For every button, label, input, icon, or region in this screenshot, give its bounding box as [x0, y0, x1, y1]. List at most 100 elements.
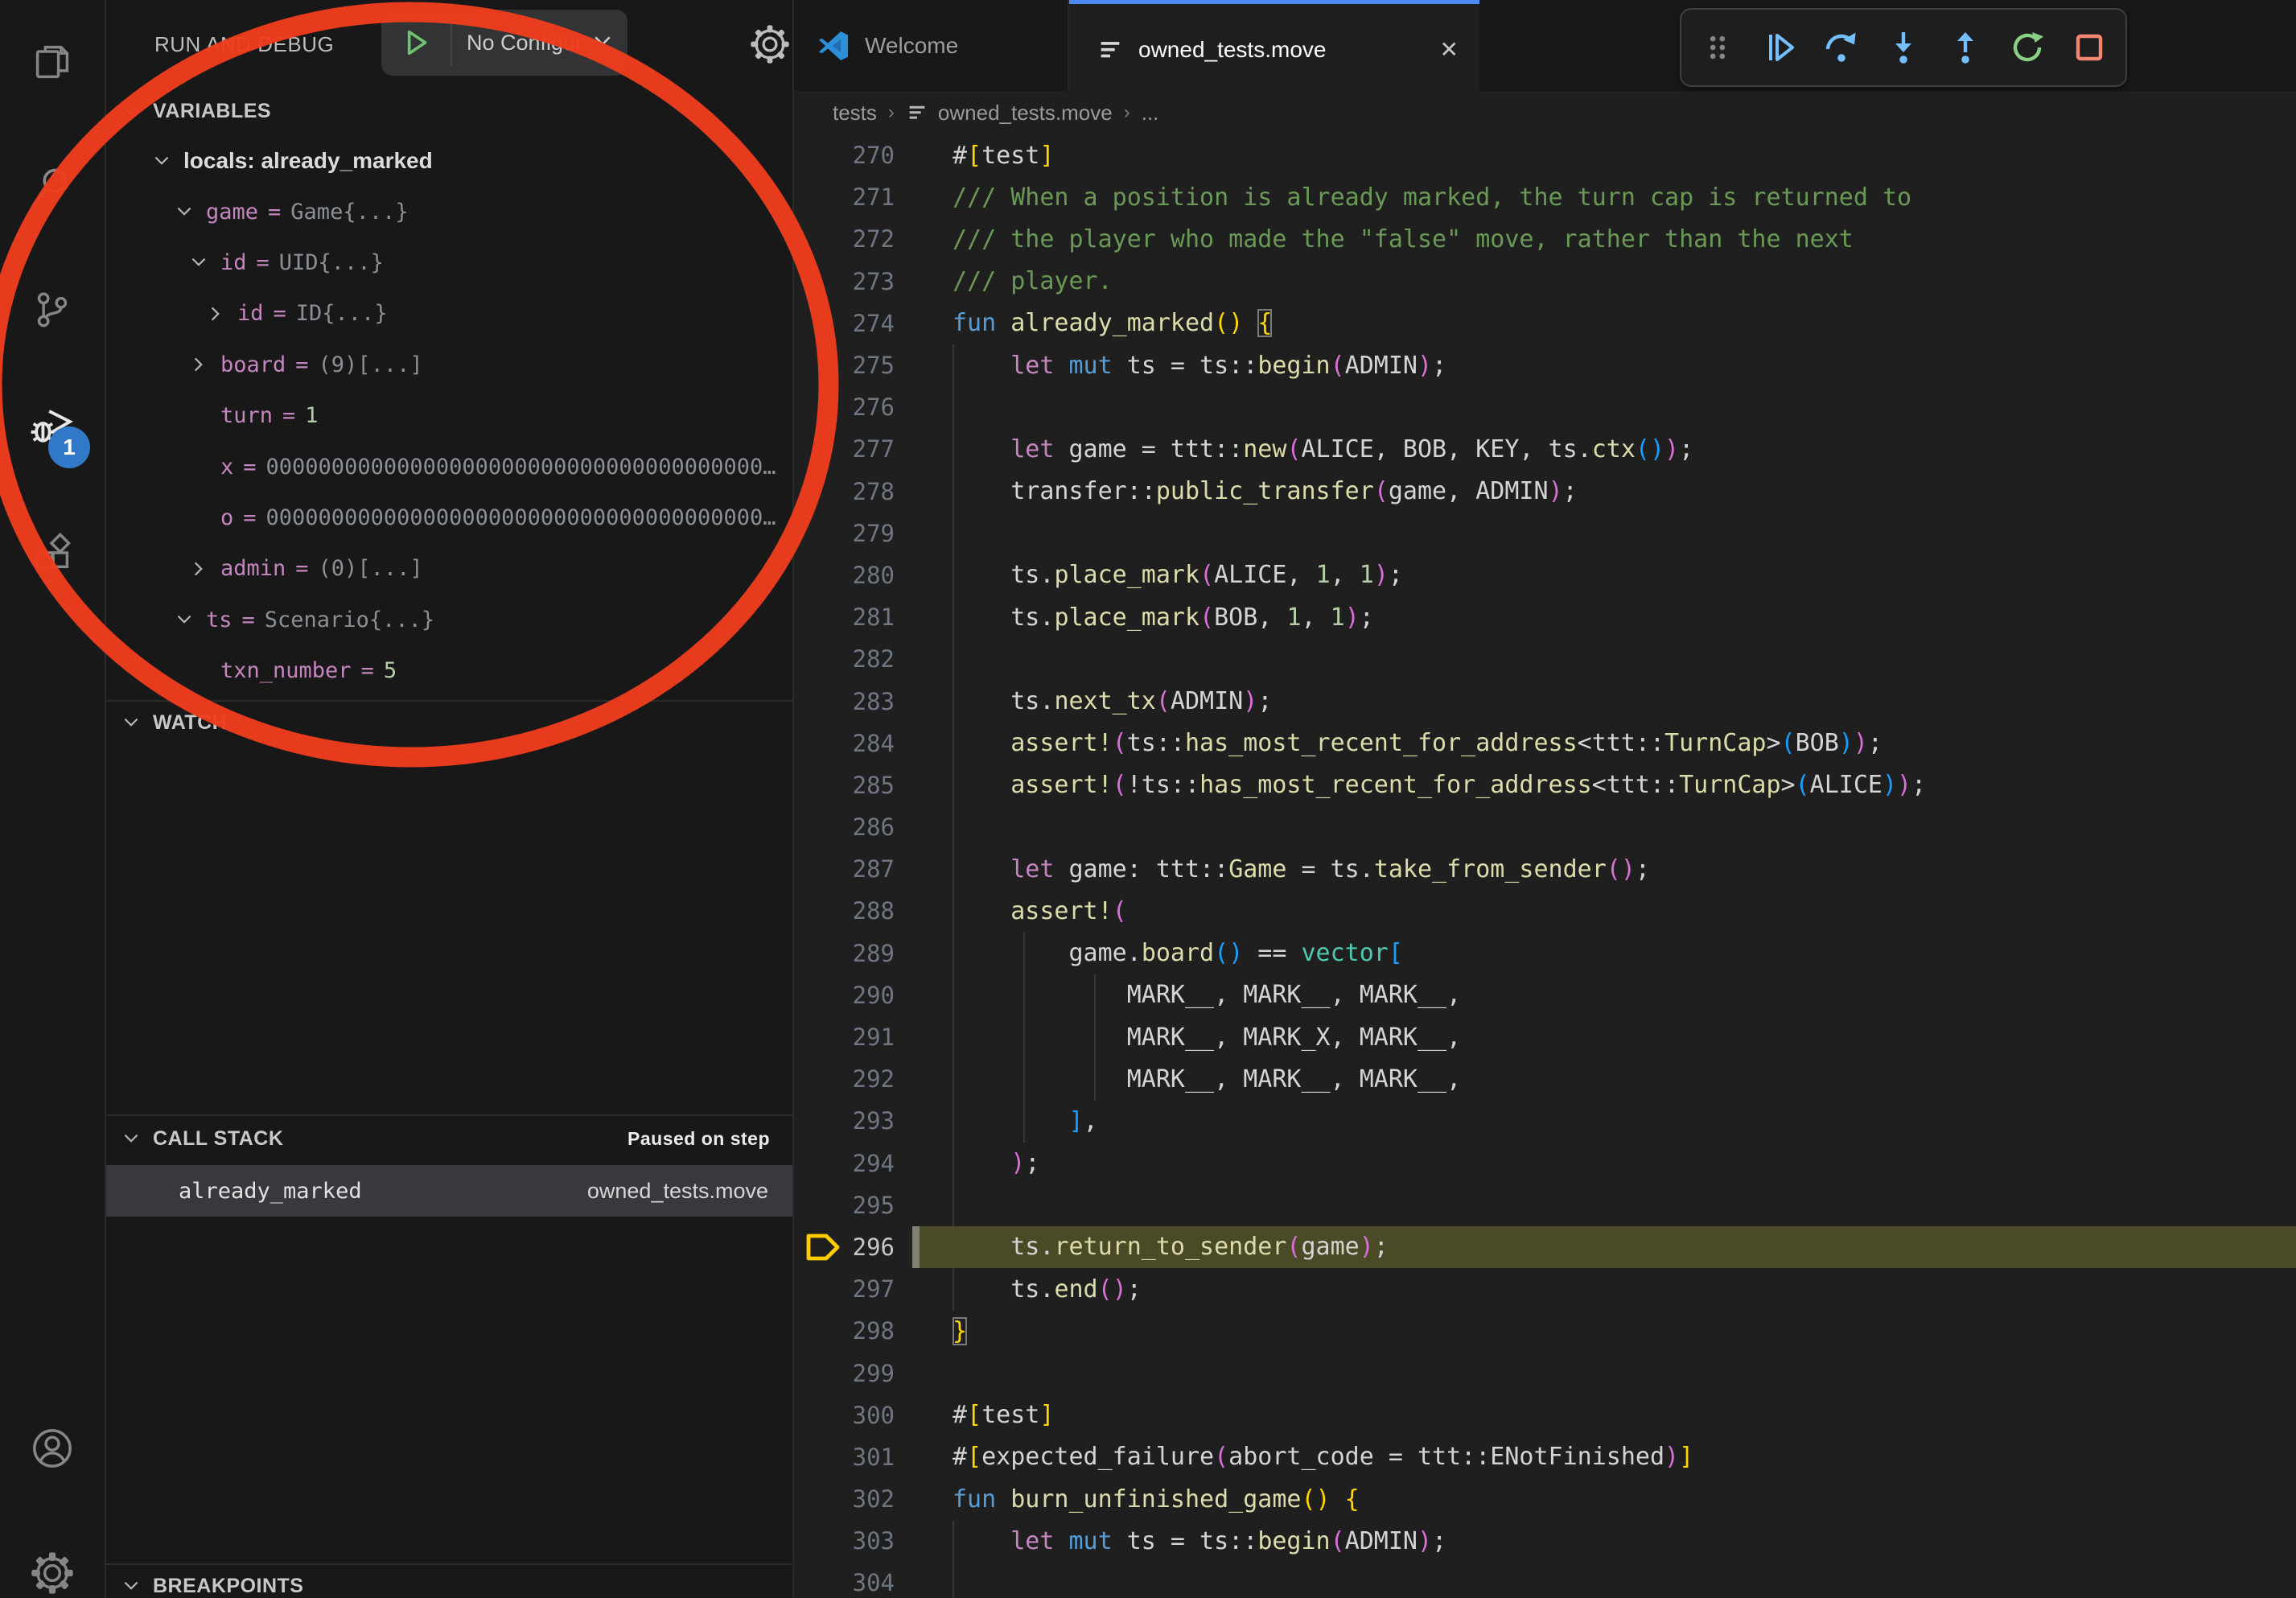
variable-row[interactable]: admin=(0)[...] [106, 543, 792, 594]
line-number[interactable]: 297 [794, 1275, 895, 1303]
code-line: 297 ts.end(); [794, 1268, 2296, 1310]
line-number[interactable]: 285 [794, 772, 895, 799]
line-number[interactable]: 288 [794, 897, 895, 925]
search-icon[interactable] [0, 141, 105, 229]
line-number[interactable]: 282 [794, 645, 895, 673]
variable-row[interactable]: id=ID{...} [106, 288, 792, 339]
paused-status-badge: Paused on step [627, 1128, 792, 1150]
line-number[interactable]: 279 [794, 520, 895, 547]
tab-owned-tests[interactable]: owned_tests.move ✕ [1069, 0, 1479, 95]
run-and-debug-icon[interactable]: 1 [0, 385, 105, 473]
line-number[interactable]: 299 [794, 1360, 895, 1387]
settings-gear-icon[interactable] [0, 1529, 105, 1598]
line-number[interactable]: 302 [794, 1485, 895, 1513]
variable-name: o [220, 505, 233, 530]
watch-section-header[interactable]: WATCH [106, 702, 792, 743]
drag-handle-icon[interactable] [1692, 22, 1743, 73]
chevron-down-icon[interactable] [188, 252, 220, 273]
tab-label: owned_tests.move [1138, 37, 1326, 63]
step-out-button[interactable] [1940, 22, 1991, 73]
account-icon[interactable] [0, 1404, 105, 1493]
scope-row[interactable]: locals: already_marked [106, 135, 792, 186]
line-number[interactable]: 290 [794, 982, 895, 1009]
extensions-icon[interactable] [0, 509, 105, 597]
files-icon[interactable] [0, 18, 105, 106]
line-number[interactable]: 295 [794, 1192, 895, 1219]
breakpoints-section-header[interactable]: BREAKPOINTS [106, 1565, 792, 1598]
breadcrumb[interactable]: tests › owned_tests.move › ... [794, 91, 2296, 134]
breadcrumb-item-more[interactable]: ... [1142, 101, 1159, 126]
start-debug-icon[interactable] [381, 19, 452, 66]
call-stack-frame[interactable]: already_marked owned_tests.move [106, 1165, 792, 1217]
line-number[interactable]: 301 [794, 1444, 895, 1471]
code-line: 291 MARK__, MARK_X, MARK__, [794, 1016, 2296, 1058]
line-number[interactable]: 274 [794, 310, 895, 337]
variable-row[interactable]: game=Game{...} [106, 186, 792, 237]
chevron-right-icon[interactable] [188, 354, 220, 375]
variables-section-header[interactable]: VARIABLES [106, 90, 792, 132]
chevron-down-icon[interactable] [174, 609, 206, 630]
continue-button[interactable] [1754, 22, 1805, 73]
step-into-button[interactable] [1878, 22, 1929, 73]
line-number[interactable]: 275 [794, 352, 895, 379]
code-line: 293 ], [794, 1100, 2296, 1142]
line-number[interactable]: 292 [794, 1065, 895, 1093]
line-number[interactable]: 287 [794, 855, 895, 883]
code-line: 287 let game: ttt::Game = ts.take_from_s… [794, 848, 2296, 890]
vscode-window: 1 [0, 0, 2296, 1598]
variable-row[interactable]: turn=1 [106, 390, 792, 441]
line-number[interactable]: 300 [794, 1402, 895, 1429]
variable-value: 5 [384, 658, 397, 683]
restart-button[interactable] [2002, 22, 2053, 73]
tab-welcome[interactable]: Welcome [794, 0, 1069, 91]
chevron-right-icon[interactable] [188, 558, 220, 579]
line-number[interactable]: 272 [794, 225, 895, 253]
code-line: 280 ts.place_mark(ALICE, 1, 1); [794, 554, 2296, 596]
line-number[interactable]: 276 [794, 393, 895, 421]
line-number[interactable]: 294 [794, 1150, 895, 1177]
code-line: 281 ts.place_mark(BOB, 1, 1); [794, 596, 2296, 638]
line-number[interactable]: 277 [794, 435, 895, 463]
chevron-down-icon[interactable] [151, 150, 183, 171]
source-control-icon[interactable] [0, 266, 105, 354]
line-number[interactable]: 284 [794, 730, 895, 757]
variable-row[interactable]: ts=Scenario{...} [106, 595, 792, 645]
breadcrumb-item-file[interactable]: owned_tests.move [938, 101, 1113, 126]
line-number[interactable]: 280 [794, 562, 895, 589]
variable-name: admin [220, 556, 286, 581]
frame-function-name: already_marked [106, 1179, 362, 1204]
line-number[interactable]: 303 [794, 1527, 895, 1555]
chevron-right-icon[interactable] [205, 303, 237, 324]
variable-row[interactable]: o=00000000000000000000000000000000000000… [106, 492, 792, 543]
line-number[interactable]: 273 [794, 268, 895, 295]
frame-file-name: owned_tests.move [587, 1179, 792, 1204]
line-number[interactable]: 298 [794, 1317, 895, 1345]
line-number[interactable]: 293 [794, 1107, 895, 1135]
stop-button[interactable] [2064, 22, 2115, 73]
line-number[interactable]: 281 [794, 603, 895, 631]
line-number[interactable]: 289 [794, 940, 895, 967]
line-number[interactable]: 278 [794, 478, 895, 505]
line-number[interactable]: 291 [794, 1023, 895, 1051]
debug-settings-gear-icon[interactable] [748, 23, 792, 70]
line-number[interactable]: 270 [794, 142, 895, 169]
variable-value: Game{...} [290, 200, 408, 224]
chevron-down-icon[interactable] [174, 201, 206, 222]
line-number[interactable]: 283 [794, 688, 895, 715]
line-number[interactable]: 271 [794, 183, 895, 211]
variable-row[interactable]: board=(9)[...] [106, 340, 792, 390]
close-icon[interactable]: ✕ [1440, 36, 1459, 63]
variable-row[interactable]: txn_number=5 [106, 645, 792, 696]
code-line: 285 assert!(!ts::has_most_recent_for_add… [794, 764, 2296, 806]
call-stack-section-header[interactable]: CALL STACK Paused on step [106, 1116, 792, 1161]
code-line: 272/// the player who made the "false" m… [794, 218, 2296, 260]
step-over-button[interactable] [1816, 22, 1867, 73]
code-editor[interactable]: 270#[test]271/// When a position is alre… [794, 134, 2296, 1598]
variable-row[interactable]: x=00000000000000000000000000000000000000… [106, 441, 792, 492]
debug-config-dropdown[interactable]: No Configur [381, 10, 627, 76]
breadcrumb-item-tests[interactable]: tests [833, 101, 877, 126]
line-number[interactable]: 286 [794, 813, 895, 841]
variable-row[interactable]: id=UID{...} [106, 237, 792, 288]
line-number[interactable]: 304 [794, 1569, 895, 1596]
chevron-down-icon [121, 1128, 142, 1149]
